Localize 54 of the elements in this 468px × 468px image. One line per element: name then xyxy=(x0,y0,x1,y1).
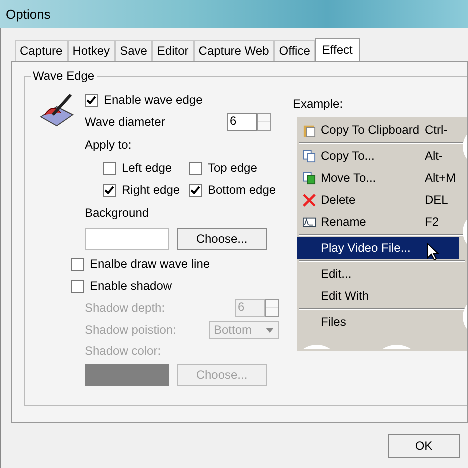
paintbrush-icon xyxy=(39,93,75,129)
checkbox[interactable] xyxy=(103,162,116,174)
field-label: Wave diameter xyxy=(85,115,166,129)
checkbox-label: Enable wave edge xyxy=(104,93,203,107)
tab[interactable]: Editor xyxy=(152,40,194,61)
field-label: Shadow color: xyxy=(85,343,162,360)
menu-item[interactable]: Copy To... Alt- xyxy=(297,145,459,167)
field-label: Shadow depth: xyxy=(85,301,166,315)
tab[interactable]: Hotkey xyxy=(68,40,116,61)
ok-button[interactable]: OK xyxy=(388,434,460,458)
menu-item[interactable]: Edit With xyxy=(297,285,459,307)
move-icon xyxy=(302,172,316,184)
number-field[interactable]: 6 xyxy=(227,113,257,131)
checkbox-label: Right edge xyxy=(122,183,180,197)
color-swatch[interactable] xyxy=(85,364,169,386)
section-label: Background xyxy=(85,205,150,222)
checkbox-label: Enable shadow xyxy=(90,279,172,293)
checkbox[interactable] xyxy=(189,162,202,174)
choose-button[interactable]: Choose... xyxy=(177,228,267,250)
checkbox[interactable] xyxy=(71,258,84,270)
clipboard-icon xyxy=(302,124,316,136)
color-swatch[interactable] xyxy=(85,228,169,250)
menu-item[interactable]: Copy To Clipboard Ctrl- xyxy=(297,119,459,141)
checkbox-label: Enalbe draw wave line xyxy=(90,257,210,271)
menu-item[interactable]: Play Video File... xyxy=(297,237,459,259)
checkbox[interactable] xyxy=(103,184,116,196)
window-title: Options xyxy=(6,6,51,22)
spin-buttons[interactable] xyxy=(257,113,271,131)
checkbox-label: Top edge xyxy=(208,161,258,175)
menu-item[interactable]: Delete DEL xyxy=(297,189,459,211)
tab[interactable]: Capture Web xyxy=(194,40,274,61)
tab[interactable]: Save xyxy=(115,40,152,61)
tab[interactable]: Effect xyxy=(315,38,360,61)
menu-item[interactable]: Rename F2 xyxy=(297,211,459,233)
dropdown-arrow-icon xyxy=(266,328,274,332)
checkbox-label: Left edge xyxy=(122,161,172,175)
checkbox-label: Bottom edge xyxy=(208,183,276,197)
delete-icon xyxy=(302,194,316,206)
group-title: Wave Edge xyxy=(31,69,97,83)
checkbox[interactable] xyxy=(71,280,84,292)
tab[interactable]: Office xyxy=(274,40,316,61)
menu-item[interactable]: Move To... Alt+M xyxy=(297,167,459,189)
tab[interactable]: Capture xyxy=(15,40,68,61)
section-label: Apply to: xyxy=(85,137,133,154)
mouse-cursor-icon xyxy=(427,243,439,261)
copy-icon xyxy=(302,150,316,162)
menu-item[interactable]: Files xyxy=(297,311,459,333)
spin-buttons[interactable] xyxy=(265,299,279,317)
menu-item[interactable]: Edit... xyxy=(297,263,459,285)
rename-icon xyxy=(302,216,316,228)
checkbox[interactable] xyxy=(85,94,98,106)
field-label: Shadow poistion: xyxy=(85,323,176,337)
checkbox[interactable] xyxy=(189,184,202,196)
example-label: Example: xyxy=(293,97,344,111)
